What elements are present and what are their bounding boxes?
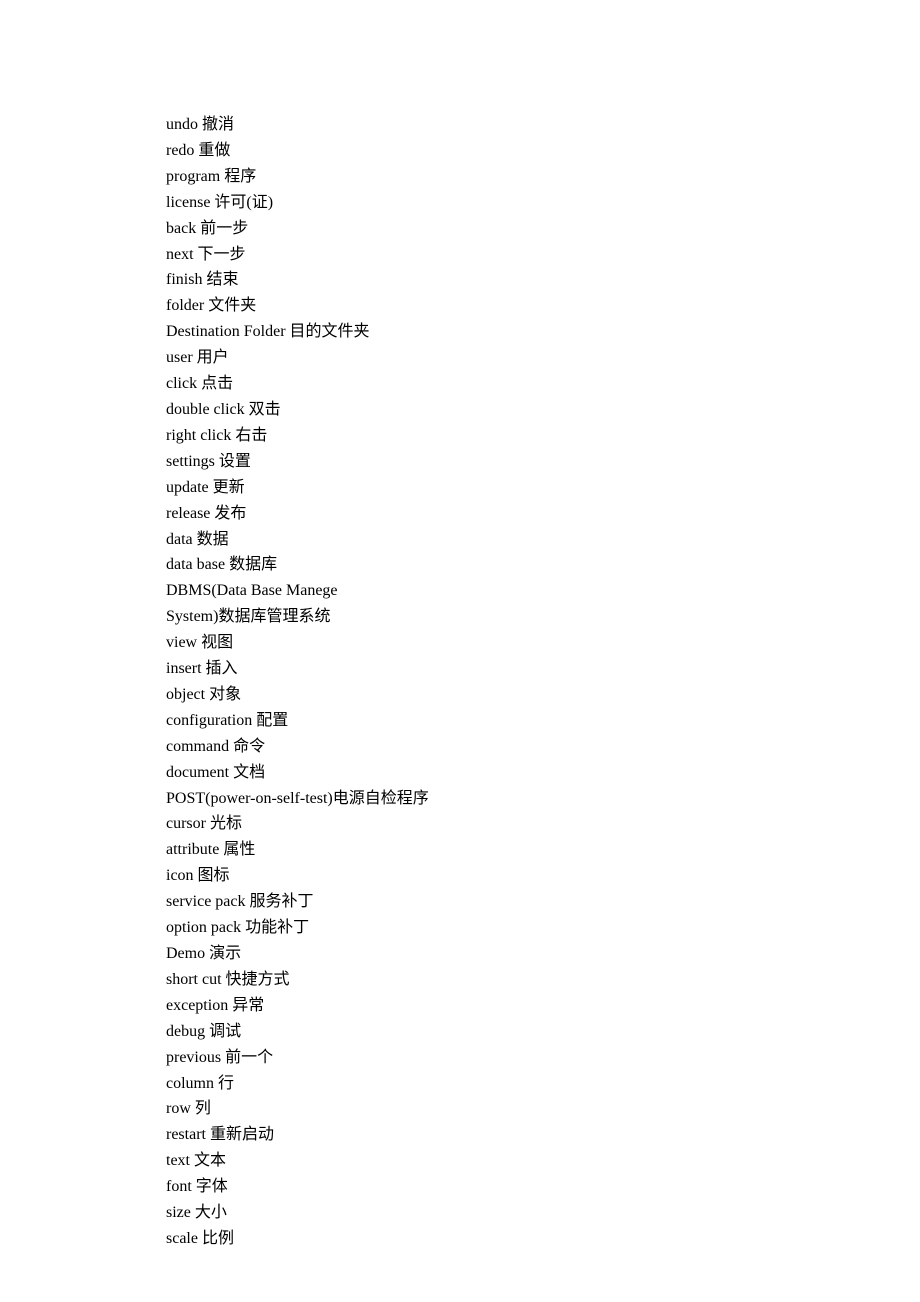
list-item: option pack 功能补丁 bbox=[166, 915, 920, 941]
list-item: click 点击 bbox=[166, 371, 920, 397]
list-item: cursor 光标 bbox=[166, 811, 920, 837]
list-item: data 数据 bbox=[166, 527, 920, 553]
list-item: icon 图标 bbox=[166, 863, 920, 889]
list-item: POST(power-on-self-test)电源自检程序 bbox=[166, 786, 920, 812]
list-item: document 文档 bbox=[166, 760, 920, 786]
list-item: debug 调试 bbox=[166, 1019, 920, 1045]
list-item: folder 文件夹 bbox=[166, 293, 920, 319]
list-item: attribute 属性 bbox=[166, 837, 920, 863]
list-item: row 列 bbox=[166, 1096, 920, 1122]
list-item: view 视图 bbox=[166, 630, 920, 656]
list-item: release 发布 bbox=[166, 501, 920, 527]
list-item: double click 双击 bbox=[166, 397, 920, 423]
list-item: text 文本 bbox=[166, 1148, 920, 1174]
list-item: System)数据库管理系统 bbox=[166, 604, 920, 630]
list-item: Destination Folder 目的文件夹 bbox=[166, 319, 920, 345]
list-item: Demo 演示 bbox=[166, 941, 920, 967]
list-item: redo 重做 bbox=[166, 138, 920, 164]
list-item: restart 重新启动 bbox=[166, 1122, 920, 1148]
list-item: exception 异常 bbox=[166, 993, 920, 1019]
list-item: undo 撤消 bbox=[166, 112, 920, 138]
list-item: configuration 配置 bbox=[166, 708, 920, 734]
list-item: font 字体 bbox=[166, 1174, 920, 1200]
list-item: short cut 快捷方式 bbox=[166, 967, 920, 993]
list-item: command 命令 bbox=[166, 734, 920, 760]
list-item: column 行 bbox=[166, 1071, 920, 1097]
list-item: license 许可(证) bbox=[166, 190, 920, 216]
list-item: finish 结束 bbox=[166, 267, 920, 293]
list-item: previous 前一个 bbox=[166, 1045, 920, 1071]
list-item: service pack 服务补丁 bbox=[166, 889, 920, 915]
list-item: object 对象 bbox=[166, 682, 920, 708]
list-item: program 程序 bbox=[166, 164, 920, 190]
list-item: next 下一步 bbox=[166, 242, 920, 268]
list-item: update 更新 bbox=[166, 475, 920, 501]
list-item: right click 右击 bbox=[166, 423, 920, 449]
list-item: user 用户 bbox=[166, 345, 920, 371]
list-item: back 前一步 bbox=[166, 216, 920, 242]
document-content: undo 撤消 redo 重做 program 程序 license 许可(证)… bbox=[166, 112, 920, 1252]
list-item: DBMS(Data Base Manege bbox=[166, 578, 920, 604]
list-item: scale 比例 bbox=[166, 1226, 920, 1252]
list-item: insert 插入 bbox=[166, 656, 920, 682]
list-item: settings 设置 bbox=[166, 449, 920, 475]
list-item: data base 数据库 bbox=[166, 552, 920, 578]
list-item: size 大小 bbox=[166, 1200, 920, 1226]
